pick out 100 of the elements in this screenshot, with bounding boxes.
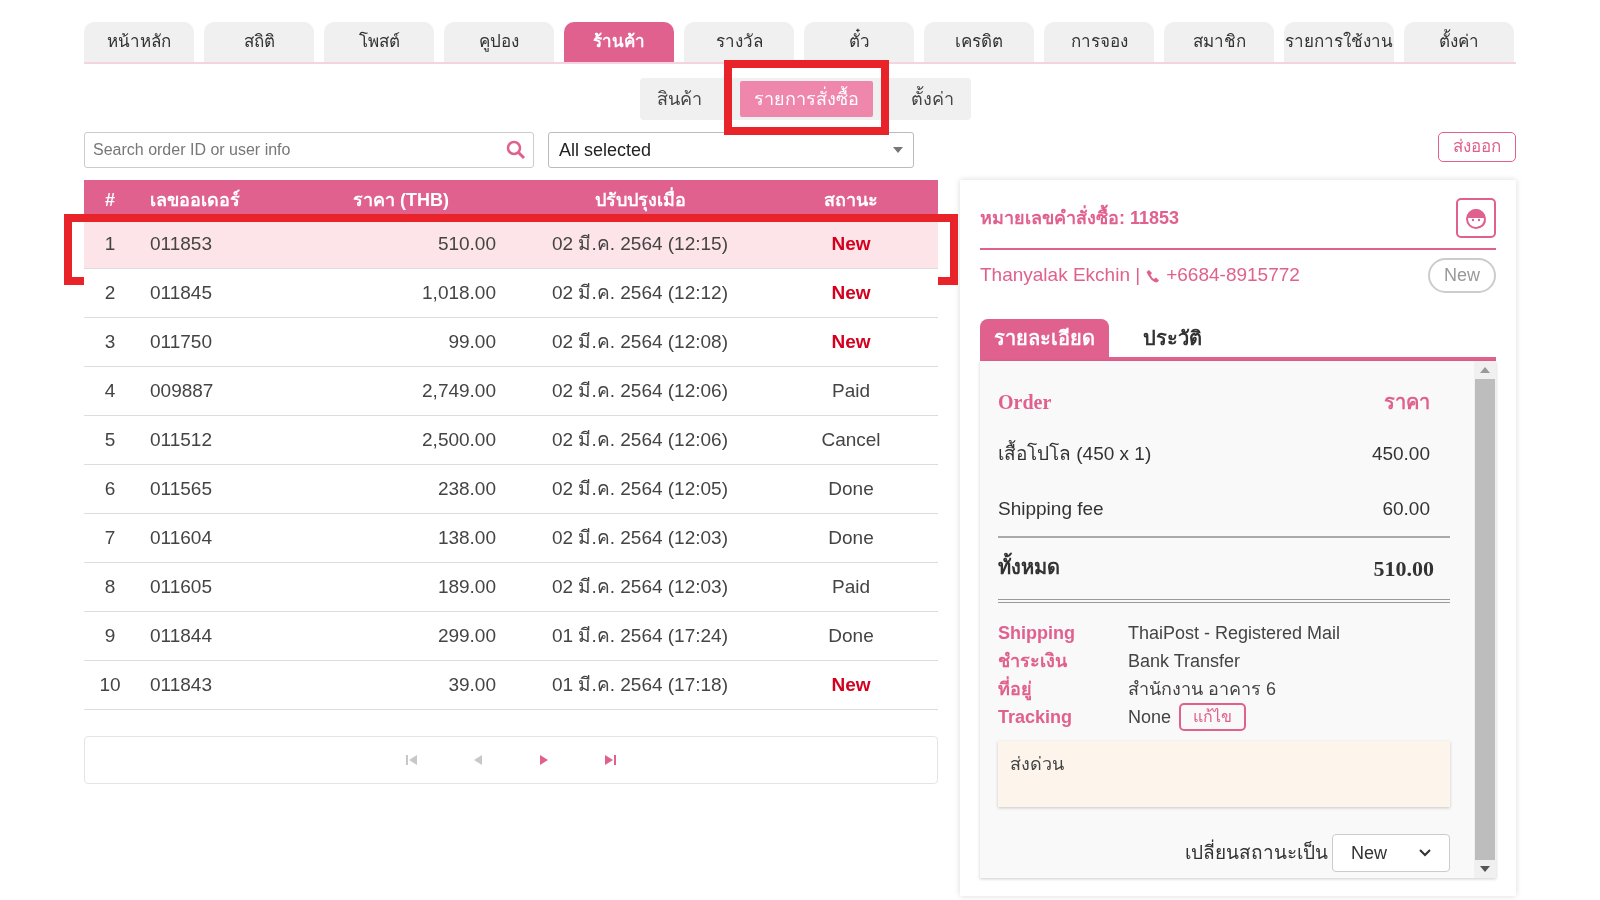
sub-tab[interactable]: ตั้งค่า <box>896 81 968 117</box>
table-cell-text: 2 <box>103 280 117 305</box>
table-cell-text: 011605 <box>149 574 213 599</box>
nav-tab[interactable]: สถิติ <box>204 22 314 62</box>
info-value: Bank Transfer <box>1128 650 1241 673</box>
status-text: Paid <box>831 378 871 403</box>
scroll-down-icon <box>1480 866 1490 872</box>
status-text: Done <box>827 623 875 648</box>
info-value: สำนักงาน อาคาร 6 <box>1128 678 1276 701</box>
table-cell-text: 6 <box>103 476 117 501</box>
nav-tab[interactable]: เครดิต <box>924 22 1034 62</box>
table-cell-text: 99.00 <box>447 329 497 354</box>
table-cell-text: 011853 <box>149 231 213 256</box>
table-cell-text: 01 มี.ค. 2564 (17:24) <box>551 623 729 648</box>
change-status-label: เปลี่ยนสถานะเป็น <box>1185 838 1328 865</box>
table-cell-text: 009887 <box>149 378 215 403</box>
info-label: ที่อยู่ <box>998 675 1128 703</box>
status-text: Paid <box>831 574 871 599</box>
table-cell-text: 8 <box>103 574 117 599</box>
table-cell-text: 011565 <box>149 476 213 501</box>
table-cell-text: 02 มี.ค. 2564 (12:06) <box>551 378 729 403</box>
info-label: Shipping <box>998 622 1076 645</box>
item-price: 450.00 <box>1371 442 1430 466</box>
nav-tab[interactable]: รายการใช้งาน <box>1284 22 1394 62</box>
nav-tab[interactable]: ตั๋ว <box>804 22 914 62</box>
table-cell-text: 02 มี.ค. 2564 (12:15) <box>551 231 729 256</box>
order-row[interactable]: 1 011853 510.00 02 มี.ค. 2564 (12:15) New <box>84 220 938 269</box>
table-cell-text: 02 มี.ค. 2564 (12:03) <box>551 574 729 599</box>
table-cell-text: 238.00 <box>436 476 497 501</box>
table-cell-text: 10 <box>98 672 122 697</box>
status-text: New <box>830 280 872 305</box>
nav-tab[interactable]: หน้าหลัก <box>84 22 194 62</box>
status-text: New <box>830 672 872 697</box>
caret-icon <box>893 147 903 153</box>
customer-name: Thanyalak Ekchin | <box>980 263 1141 288</box>
table-cell-text: 01 มี.ค. 2564 (17:18) <box>551 672 729 697</box>
table-cell-text: 02 มี.ค. 2564 (12:05) <box>551 476 729 501</box>
table-cell-text: 011843 <box>149 672 213 697</box>
total-amount: 510.00 <box>1373 555 1434 583</box>
column-header: ราคา (THB) <box>352 188 450 212</box>
table-cell-text: 011750 <box>149 329 213 354</box>
table-cell-text: 2,749.00 <box>421 378 497 403</box>
table-cell-text: 2,500.00 <box>421 427 497 452</box>
table-cell-text: 011844 <box>149 623 213 648</box>
search-field[interactable]: Search order ID or user info <box>84 132 534 168</box>
table-cell-text: 7 <box>103 525 117 550</box>
search-icon <box>506 140 526 160</box>
table-cell-text: 02 มี.ค. 2564 (12:12) <box>551 280 729 305</box>
column-header: สถานะ <box>823 188 879 212</box>
table-cell-text: 299.00 <box>436 623 497 648</box>
status-filter-dropdown[interactable]: All selected <box>548 132 914 168</box>
nav-tab[interactable]: ตั้งค่า <box>1404 22 1514 62</box>
table-cell-text: 011512 <box>149 427 213 452</box>
status-select[interactable]: New <box>1332 834 1450 872</box>
info-value: None <box>1128 706 1172 729</box>
table-cell-text: 9 <box>103 623 117 648</box>
table-cell-text: 011845 <box>149 280 213 305</box>
chevron-down-icon <box>1419 849 1431 857</box>
table-cell-text: 1,018.00 <box>421 280 497 305</box>
status-text: Done <box>827 525 875 550</box>
table-cell-text: 02 มี.ค. 2564 (12:06) <box>551 427 729 452</box>
scrollbar-thumb[interactable] <box>1475 379 1495 860</box>
order-number-title: หมายเลขคำสั่งซื้อ: 11853 <box>980 204 1180 232</box>
table-cell-text: 5 <box>103 427 117 452</box>
item-name: เสื้อโปโล (450 x 1) <box>998 440 1152 469</box>
info-label: Tracking <box>998 706 1074 729</box>
table-cell-text: 4 <box>103 378 117 403</box>
table-cell-text: 510.00 <box>436 231 497 256</box>
nav-tab[interactable]: สมาชิก <box>1164 22 1274 62</box>
table-cell-text: 02 มี.ค. 2564 (12:08) <box>551 329 729 354</box>
status-pill: New <box>1428 258 1496 293</box>
nav-tab[interactable]: การจอง <box>1044 22 1154 62</box>
table-cell-text: 3 <box>103 329 117 354</box>
nav-tab[interactable]: โพสต์ <box>324 22 434 62</box>
detail-tab[interactable]: ประวัติ <box>1129 319 1216 357</box>
column-header: ปรับปรุงเมื่อ <box>593 186 687 214</box>
phone-icon <box>1146 268 1161 283</box>
table-cell-text: 138.00 <box>436 525 497 550</box>
item-price: 60.00 <box>1382 496 1430 521</box>
scroll-up-icon <box>1480 367 1490 373</box>
total-label: ทั้งหมด <box>998 552 1060 585</box>
table-cell-text: 011604 <box>149 525 213 550</box>
item-name: Shipping fee <box>998 496 1104 521</box>
table-cell-text: 1 <box>103 231 117 256</box>
nav-tab[interactable]: รางวัล <box>684 22 794 62</box>
sub-tab[interactable]: สินค้า <box>642 81 716 117</box>
column-header: # <box>104 188 116 212</box>
status-text: Done <box>827 476 875 501</box>
table-cell-text: 39.00 <box>447 672 497 697</box>
nav-tab[interactable]: คูปอง <box>444 22 554 62</box>
column-header: เลขออเดอร์ <box>149 188 241 212</box>
table-cell-text: 02 มี.ค. 2564 (12:03) <box>551 525 729 550</box>
status-text: New <box>830 231 872 256</box>
customer-phone: +6684-8915772 <box>1166 263 1300 288</box>
price-column-label: ราคา <box>1384 390 1430 415</box>
info-label: ชำระเงิน <box>998 650 1068 673</box>
note-text: ส่งด่วน <box>1010 754 1064 774</box>
first-page-icon <box>405 753 419 767</box>
support-button[interactable] <box>1456 198 1496 238</box>
info-value: ThaiPost - Registered Mail <box>1128 622 1341 645</box>
